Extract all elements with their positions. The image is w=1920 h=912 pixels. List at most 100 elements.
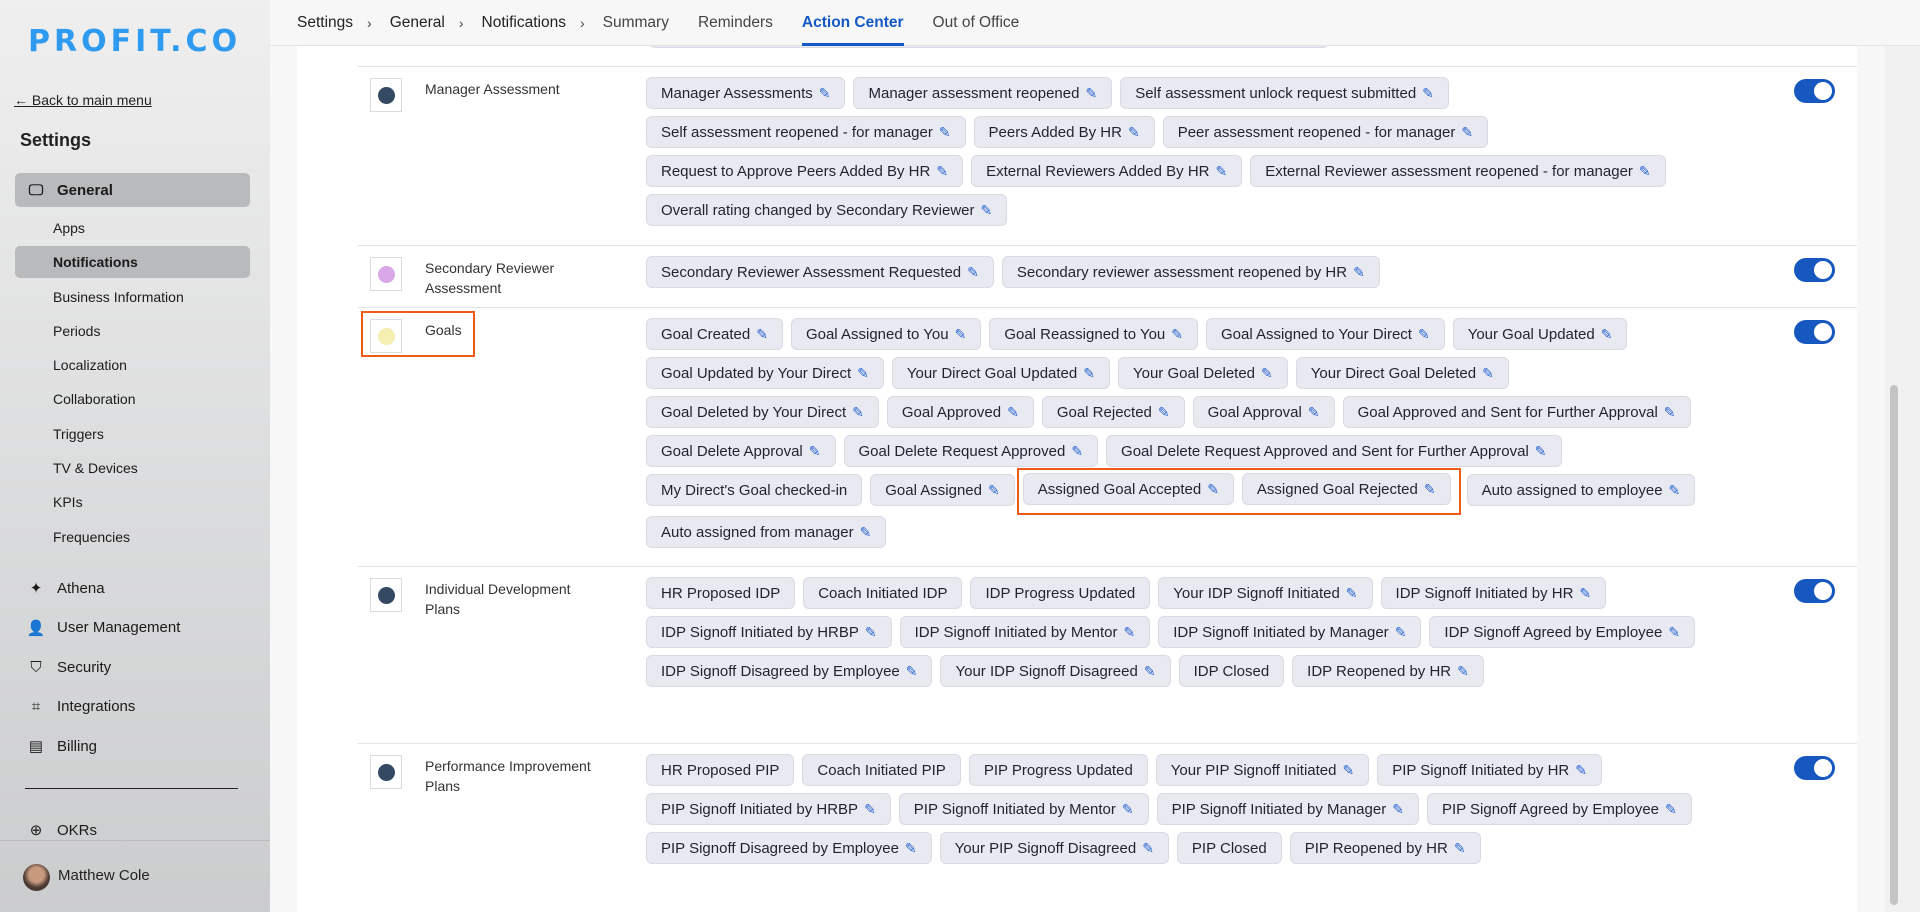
event-chip[interactable]: IDP Reopened by HR ✎ (1292, 655, 1484, 687)
pencil-icon[interactable]: ✎ (1122, 801, 1134, 818)
pencil-icon[interactable]: ✎ (1128, 124, 1140, 141)
pencil-icon[interactable]: ✎ (1216, 163, 1228, 180)
back-to-main-menu-link[interactable]: ← Back to main menu (14, 92, 152, 108)
event-chip[interactable]: HR Proposed IDP (646, 577, 796, 609)
event-chip[interactable]: Goal Assigned to Your Direct ✎ (1206, 318, 1445, 350)
pencil-icon[interactable]: ✎ (1424, 481, 1436, 498)
pencil-icon[interactable]: ✎ (1158, 404, 1170, 421)
pencil-icon[interactable]: ✎ (1454, 840, 1466, 857)
event-chip[interactable]: Peer assessment reopened - for manager ✎ (1162, 116, 1489, 148)
event-chip[interactable]: Your IDP Signoff Disagreed ✎ (940, 655, 1171, 687)
event-chip[interactable]: Coach Initiated IDP (803, 577, 963, 609)
event-chip[interactable]: Auto assigned to employee ✎ (1466, 474, 1696, 506)
tab-action-center[interactable]: Action Center (801, 0, 904, 46)
event-chip[interactable]: Peers Added By HR ✎ (973, 116, 1155, 148)
event-chip[interactable]: Goal Delete Request Approved ✎ (843, 435, 1099, 467)
pencil-icon[interactable]: ✎ (936, 163, 948, 180)
event-chip[interactable]: Secondary Reviewer Assessment Requested ✎ (646, 256, 994, 288)
pencil-icon[interactable]: ✎ (1171, 326, 1183, 343)
pencil-icon[interactable]: ✎ (1461, 124, 1473, 141)
event-chip[interactable]: IDP Signoff Initiated by HR ✎ (1380, 577, 1607, 609)
breadcrumb-settings[interactable]: Settings (297, 14, 353, 32)
breadcrumb-general[interactable]: General (390, 14, 445, 32)
enable-toggle[interactable] (1794, 258, 1835, 282)
event-chip[interactable]: Coach Initiated PIP (802, 754, 961, 786)
sidebar-item-general[interactable]: 🖵 General (15, 173, 250, 207)
event-chip[interactable]: Goal Delete Approval ✎ (646, 435, 836, 467)
tab-out-of-office[interactable]: Out of Office (933, 0, 1020, 46)
event-chip[interactable]: Goal Approval ✎ (1192, 396, 1335, 428)
event-chip[interactable]: PIP Closed (1176, 832, 1282, 864)
pencil-icon[interactable]: ✎ (860, 524, 872, 541)
event-chip[interactable]: Your PIP Signoff Disagreed ✎ (939, 832, 1169, 864)
pencil-icon[interactable]: ✎ (905, 840, 917, 857)
event-chip[interactable]: HR Proposed PIP (646, 754, 795, 786)
user-profile[interactable]: Matthew Cole (0, 840, 270, 912)
pencil-icon[interactable]: ✎ (1482, 365, 1494, 382)
event-chip[interactable]: IDP Progress Updated (970, 577, 1151, 609)
color-swatch[interactable] (370, 78, 402, 112)
sidebar-item-athena[interactable]: ✦ Athena (15, 571, 250, 605)
event-chip[interactable]: Secondary reviewer assessment reopened b… (1001, 256, 1380, 288)
pencil-icon[interactable]: ✎ (1007, 404, 1019, 421)
enable-toggle[interactable] (1794, 320, 1835, 344)
pencil-icon[interactable]: ✎ (1395, 624, 1407, 641)
pencil-icon[interactable]: ✎ (981, 202, 993, 219)
pencil-icon[interactable]: ✎ (1142, 840, 1154, 857)
event-chip[interactable]: Auto assigned from manager ✎ (646, 516, 887, 548)
event-chip[interactable]: Manager assessment reopened ✎ (853, 77, 1113, 109)
event-chip[interactable]: IDP Signoff Initiated by HRBP ✎ (646, 616, 892, 648)
event-chip[interactable]: Your Goal Updated ✎ (1452, 318, 1628, 350)
event-chip[interactable]: External Reviewers Added By HR ✎ (971, 155, 1243, 187)
enable-toggle[interactable] (1794, 579, 1835, 603)
event-chip[interactable]: Overall rating changed by Secondary Revi… (646, 194, 1008, 226)
event-chip[interactable]: Goal Assigned to You ✎ (790, 318, 982, 350)
pencil-icon[interactable]: ✎ (1457, 663, 1469, 680)
pencil-icon[interactable]: ✎ (1665, 801, 1677, 818)
event-chip[interactable]: Your Direct Goal Deleted ✎ (1295, 357, 1509, 389)
event-chip[interactable]: Goal Approved and Sent for Further Appro… (1342, 396, 1691, 428)
pencil-icon[interactable]: ✎ (1342, 762, 1354, 779)
sidebar-item-integrations[interactable]: ⌗ Integrations (15, 690, 250, 724)
event-chip[interactable]: Goal Reassigned to You ✎ (989, 318, 1199, 350)
sidebar-item-periods[interactable]: Periods (15, 315, 250, 347)
event-chip[interactable]: Assigned Goal Rejected ✎ (1241, 473, 1451, 505)
pencil-icon[interactable]: ✎ (1353, 264, 1365, 281)
pencil-icon[interactable]: ✎ (1422, 85, 1434, 102)
pencil-icon[interactable]: ✎ (1418, 326, 1430, 343)
event-chip[interactable]: Your PIP Signoff Initiated ✎ (1155, 754, 1370, 786)
event-chip[interactable]: Self assessment reopened - for manager ✎ (646, 116, 966, 148)
event-chip[interactable]: PIP Signoff Initiated by HR ✎ (1377, 754, 1603, 786)
event-chip[interactable]: PIP Signoff Initiated by Mentor ✎ (898, 793, 1149, 825)
pencil-icon[interactable]: ✎ (852, 404, 864, 421)
event-chip[interactable]: Goal Updated by Your Direct ✎ (646, 357, 884, 389)
event-chip[interactable]: Goal Rejected ✎ (1041, 396, 1185, 428)
event-chip[interactable]: Goal Assigned ✎ (870, 474, 1015, 506)
pencil-icon[interactable]: ✎ (1669, 482, 1681, 499)
sidebar-item-collaboration[interactable]: Collaboration (15, 383, 250, 415)
event-chip[interactable]: PIP Signoff Agreed by Employee ✎ (1426, 793, 1692, 825)
event-chip[interactable]: My Direct's Goal checked-in (646, 474, 863, 506)
event-chip[interactable]: Goal Delete Request Approved and Sent fo… (1106, 435, 1562, 467)
pencil-icon[interactable]: ✎ (865, 624, 877, 641)
event-chip[interactable]: External Reviewer assessment reopened - … (1250, 155, 1666, 187)
pencil-icon[interactable]: ✎ (1575, 762, 1587, 779)
pencil-icon[interactable]: ✎ (1308, 404, 1320, 421)
pencil-icon[interactable]: ✎ (809, 443, 821, 460)
pencil-icon[interactable]: ✎ (906, 663, 918, 680)
pencil-icon[interactable]: ✎ (1392, 801, 1404, 818)
sidebar-item-apps[interactable]: Apps (15, 212, 250, 244)
pencil-icon[interactable]: ✎ (819, 85, 831, 102)
event-chip[interactable]: Request to Approve Peers Added By HR ✎ (646, 155, 964, 187)
pencil-icon[interactable]: ✎ (1346, 585, 1358, 602)
pencil-icon[interactable]: ✎ (1207, 481, 1219, 498)
pencil-icon[interactable]: ✎ (1535, 443, 1547, 460)
sidebar-item-tv-devices[interactable]: TV & Devices (15, 452, 250, 484)
breadcrumb-notifications[interactable]: Notifications (482, 14, 566, 32)
event-chip[interactable]: Goal Created ✎ (646, 318, 783, 350)
pencil-icon[interactable]: ✎ (939, 124, 951, 141)
sidebar-item-triggers[interactable]: Triggers (15, 418, 250, 450)
sidebar-item-localization[interactable]: Localization (15, 349, 250, 381)
sidebar-item-notifications[interactable]: Notifications (15, 246, 250, 278)
event-chip[interactable]: IDP Signoff Disagreed by Employee ✎ (646, 655, 933, 687)
